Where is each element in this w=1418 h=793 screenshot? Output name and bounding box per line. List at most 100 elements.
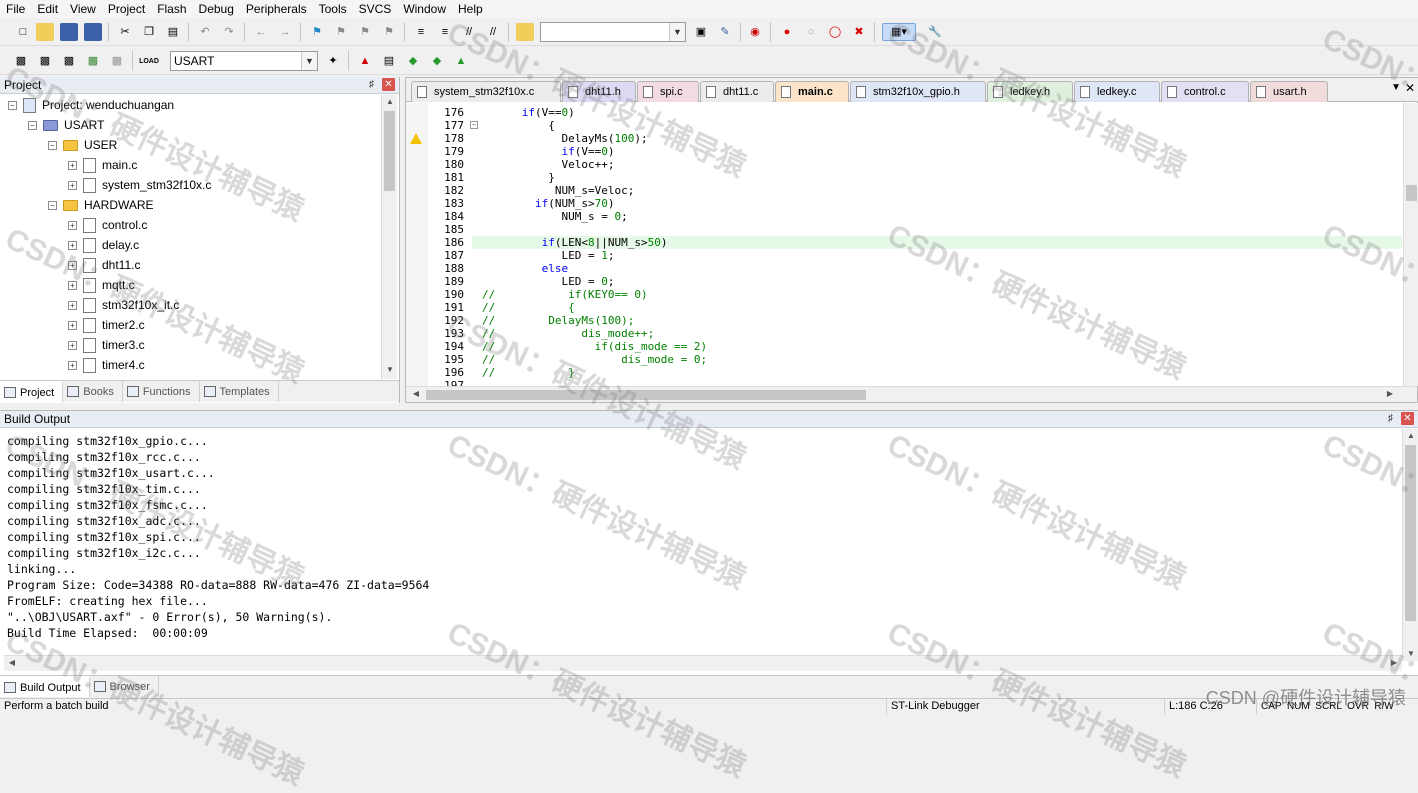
code-line[interactable]: Veloc++; bbox=[482, 158, 614, 171]
download-icon[interactable]: LOAD bbox=[139, 52, 159, 70]
window-layout-icon[interactable]: ▦▾ bbox=[882, 23, 916, 41]
translate-icon[interactable]: ▩ bbox=[12, 52, 30, 70]
uncomment-icon[interactable]: // bbox=[484, 23, 502, 41]
find-icon[interactable]: ▣ bbox=[692, 23, 710, 41]
tab-functions[interactable]: Functions bbox=[123, 381, 200, 402]
code-line[interactable]: // dis_mode = 0; bbox=[482, 353, 707, 366]
collapse-icon[interactable]: − bbox=[8, 100, 17, 110]
collapse-icon[interactable]: − bbox=[48, 140, 57, 150]
code-line[interactable]: { bbox=[482, 119, 555, 132]
tree-item[interactable]: + timer3.c bbox=[68, 335, 145, 355]
code-line[interactable]: DelayMs(100); bbox=[482, 132, 647, 145]
expand-icon[interactable]: + bbox=[68, 180, 77, 190]
editor-vscrollbar[interactable] bbox=[1403, 103, 1418, 386]
code-line[interactable]: else bbox=[482, 262, 569, 275]
code-line[interactable]: // dis_mode++; bbox=[482, 327, 654, 340]
build-output-text[interactable]: compiling stm32f10x_gpio.c... compiling s… bbox=[7, 433, 1397, 641]
debug-session-icon[interactable]: ◉ bbox=[746, 23, 764, 41]
manage-multi-project-icon[interactable]: ▤ bbox=[380, 52, 398, 70]
code-line[interactable]: if(NUM_s>70) bbox=[482, 197, 614, 210]
tab-usart-h[interactable]: usart.h bbox=[1250, 81, 1328, 102]
nav-forward-icon[interactable]: → bbox=[276, 23, 294, 41]
expand-icon[interactable]: + bbox=[68, 300, 77, 310]
close-tab-icon[interactable]: ✕ bbox=[1405, 81, 1415, 95]
replace-icon[interactable]: ✎ bbox=[716, 23, 734, 41]
close-icon[interactable]: ✕ bbox=[382, 78, 395, 91]
tab-dht11-h[interactable]: dht11.h bbox=[562, 81, 636, 102]
batch-build-icon[interactable]: ▩ bbox=[84, 52, 102, 70]
clear-bookmarks-icon[interactable]: ⚑ bbox=[380, 23, 398, 41]
tree-item[interactable]: + system_stm32f10x.c bbox=[68, 175, 211, 195]
tab-build-output[interactable]: Build Output bbox=[0, 676, 90, 697]
tab-browser[interactable]: Browser bbox=[90, 676, 159, 697]
pin-icon[interactable]: ♯ bbox=[365, 78, 378, 91]
tree-item[interactable]: − HARDWARE bbox=[48, 195, 154, 215]
collapse-icon[interactable]: − bbox=[48, 200, 57, 210]
kill-all-breakpoints-icon[interactable]: ✖ bbox=[850, 23, 868, 41]
tab-control-c[interactable]: control.c bbox=[1161, 81, 1249, 102]
tab-main-c[interactable]: main.c bbox=[775, 81, 849, 102]
menu-file[interactable]: File bbox=[0, 1, 31, 17]
find-combo[interactable]: ▼ bbox=[540, 22, 686, 42]
tab-books[interactable]: Books bbox=[63, 381, 123, 402]
menu-view[interactable]: View bbox=[64, 1, 102, 17]
pack-installer-icon[interactable]: ◆ bbox=[428, 52, 446, 70]
tree-item[interactable]: + timer4.c bbox=[68, 355, 145, 375]
manage-rte-icon[interactable]: ▲ bbox=[452, 52, 470, 70]
breakpoint-icon[interactable]: ● bbox=[778, 23, 796, 41]
tab-ledkey-h[interactable]: ledkey.h bbox=[987, 81, 1073, 102]
tab-project[interactable]: Project bbox=[0, 381, 64, 402]
code-line[interactable]: LED = 1; bbox=[482, 249, 614, 262]
stop-build-icon[interactable]: ▩ bbox=[108, 52, 126, 70]
target-options-icon[interactable]: ✦ bbox=[324, 52, 342, 70]
expand-icon[interactable]: + bbox=[68, 240, 77, 250]
code-line[interactable]: LED = 0; bbox=[482, 275, 614, 288]
code-line[interactable]: // { bbox=[482, 301, 575, 314]
code-line[interactable]: // DelayMs(100); bbox=[482, 314, 634, 327]
tree-item[interactable]: + dht11.c bbox=[68, 255, 140, 275]
menu-flash[interactable]: Flash bbox=[151, 1, 192, 17]
build-icon[interactable]: ▩ bbox=[36, 52, 54, 70]
tab-ledkey-c[interactable]: ledkey.c bbox=[1074, 81, 1160, 102]
menu-svcs[interactable]: SVCS bbox=[353, 1, 398, 17]
build-hscrollbar[interactable]: ◀ ▶ bbox=[4, 655, 1402, 671]
indent-icon[interactable]: ≡ bbox=[412, 23, 430, 41]
tab-list-icon[interactable]: ▼ bbox=[1391, 82, 1401, 93]
code-line[interactable]: NUM_s = 0; bbox=[482, 210, 627, 223]
copy-icon[interactable]: ❐ bbox=[140, 23, 158, 41]
tree-item[interactable]: − Project: wenduchuangan bbox=[8, 95, 174, 115]
tree-item[interactable]: − USER bbox=[48, 135, 117, 155]
tab-templates[interactable]: Templates bbox=[200, 381, 279, 402]
tab-system_stm32f10x-c[interactable]: system_stm32f10x.c bbox=[411, 81, 561, 102]
undo-icon[interactable]: ↶ bbox=[196, 23, 214, 41]
find-in-files-icon[interactable] bbox=[516, 23, 534, 41]
tree-item[interactable]: + delay.c bbox=[68, 235, 139, 255]
tree-item[interactable]: + mqtt.c bbox=[68, 275, 135, 295]
code-line[interactable]: if(V==0) bbox=[482, 106, 575, 119]
tree-item[interactable]: − USART bbox=[28, 115, 104, 135]
collapse-icon[interactable]: − bbox=[28, 120, 37, 130]
menu-tools[interactable]: Tools bbox=[313, 1, 353, 17]
expand-icon[interactable]: + bbox=[68, 360, 77, 370]
menu-edit[interactable]: Edit bbox=[31, 1, 64, 17]
bookmark-icon[interactable]: ⚑ bbox=[308, 23, 326, 41]
menu-help[interactable]: Help bbox=[452, 1, 489, 17]
expand-icon[interactable]: + bbox=[68, 340, 77, 350]
tree-item[interactable]: + control.c bbox=[68, 215, 147, 235]
configure-icon[interactable]: 🔧 bbox=[926, 23, 944, 41]
redo-icon[interactable]: ↷ bbox=[220, 23, 238, 41]
save-icon[interactable] bbox=[60, 23, 78, 41]
code-line[interactable]: // if(dis_mode == 2) bbox=[482, 340, 707, 353]
manage-project-icon[interactable]: ▲ bbox=[356, 52, 374, 70]
code-line[interactable]: if(LEN<8||NUM_s>50) bbox=[482, 236, 668, 249]
unindent-icon[interactable]: ≡ bbox=[436, 23, 454, 41]
tree-item[interactable]: + timer2.c bbox=[68, 315, 145, 335]
code-line[interactable]: if(V==0) bbox=[482, 145, 614, 158]
expand-icon[interactable]: + bbox=[68, 260, 77, 270]
tree-item[interactable]: + stm32f10x_it.c bbox=[68, 295, 179, 315]
expand-icon[interactable]: + bbox=[68, 220, 77, 230]
next-bookmark-icon[interactable]: ⚑ bbox=[356, 23, 374, 41]
expand-icon[interactable]: + bbox=[68, 320, 77, 330]
select-packs-icon[interactable]: ◆ bbox=[404, 52, 422, 70]
menu-project[interactable]: Project bbox=[102, 1, 151, 17]
